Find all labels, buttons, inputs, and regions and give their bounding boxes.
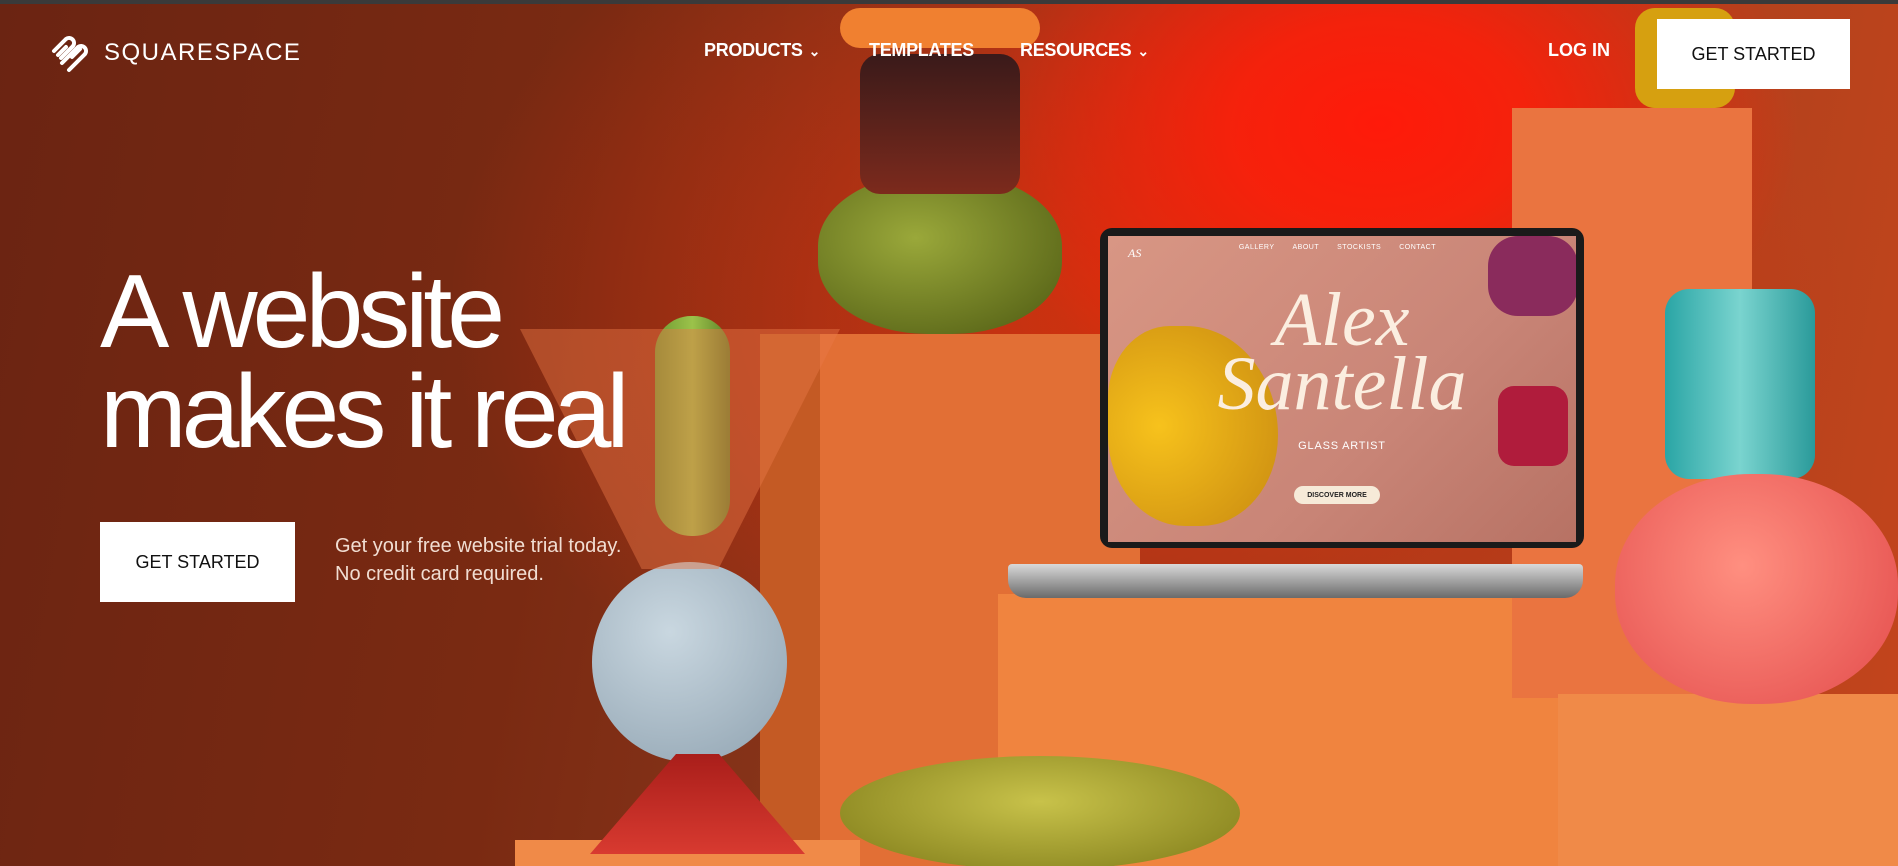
- laptop-website-preview: AS GALLERY ABOUT STOCKISTS CONTACT Alex …: [1108, 236, 1576, 542]
- vase-tall-dark-top: [860, 54, 1020, 194]
- chevron-down-icon: ⌄: [808, 43, 821, 59]
- vase-lime-bowl: [840, 756, 1240, 866]
- vase-pink-bulb: [1615, 474, 1898, 704]
- site-nav-gallery: GALLERY: [1238, 244, 1275, 251]
- hero-subtext: Get your free website trial today. No cr…: [335, 532, 621, 588]
- hero-subtext-line1: Get your free website trial today.: [335, 535, 622, 557]
- login-link[interactable]: LOG IN: [1548, 40, 1610, 61]
- header-get-started-button[interactable]: GET STARTED: [1657, 19, 1850, 89]
- laptop-base: [1008, 564, 1583, 598]
- hero-get-started-button[interactable]: GET STARTED: [100, 522, 295, 602]
- hero-headline: A website makes it real: [100, 254, 630, 470]
- hero-headline-line1: A website: [100, 254, 505, 370]
- nav-products[interactable]: PRODUCTS ⌄: [704, 40, 820, 61]
- nav-templates[interactable]: TEMPLATES: [869, 40, 974, 61]
- site-artist-name: Alex Santella: [1108, 282, 1576, 426]
- nav-resources[interactable]: RESOURCES ⌄: [1020, 40, 1149, 61]
- vase-teal-neck: [1665, 289, 1815, 479]
- site-name-line2: Santella: [1217, 342, 1467, 426]
- squarespace-logo-icon: [52, 36, 88, 72]
- site-nav-stockists: STOCKISTS: [1337, 244, 1382, 251]
- chevron-down-icon: ⌄: [1137, 43, 1149, 59]
- nav-products-label: PRODUCTS: [704, 40, 803, 60]
- hero-headline-line2: makes it real: [100, 354, 630, 470]
- logo-text: SQUARESPACE: [104, 39, 302, 66]
- site-artist-role: GLASS ARTIST: [1298, 440, 1386, 452]
- nav-resources-label: RESOURCES: [1020, 40, 1132, 60]
- site-nav: GALLERY ABOUT STOCKISTS CONTACT: [1239, 244, 1436, 251]
- pedestal-right-front: [1558, 694, 1898, 866]
- site-monogram: AS: [1128, 246, 1142, 260]
- site-nav-about: ABOUT: [1292, 244, 1320, 251]
- site-nav-contact: CONTACT: [1399, 244, 1436, 251]
- hero-subtext-line2: No credit card required.: [335, 563, 544, 585]
- site-discover-button: DISCOVER MORE: [1294, 486, 1380, 504]
- vase-green-ribbed: [818, 174, 1062, 334]
- logo[interactable]: SQUARESPACE: [50, 33, 301, 73]
- nav-templates-label: TEMPLATES: [869, 40, 974, 60]
- vase-blue-sphere: [592, 562, 787, 762]
